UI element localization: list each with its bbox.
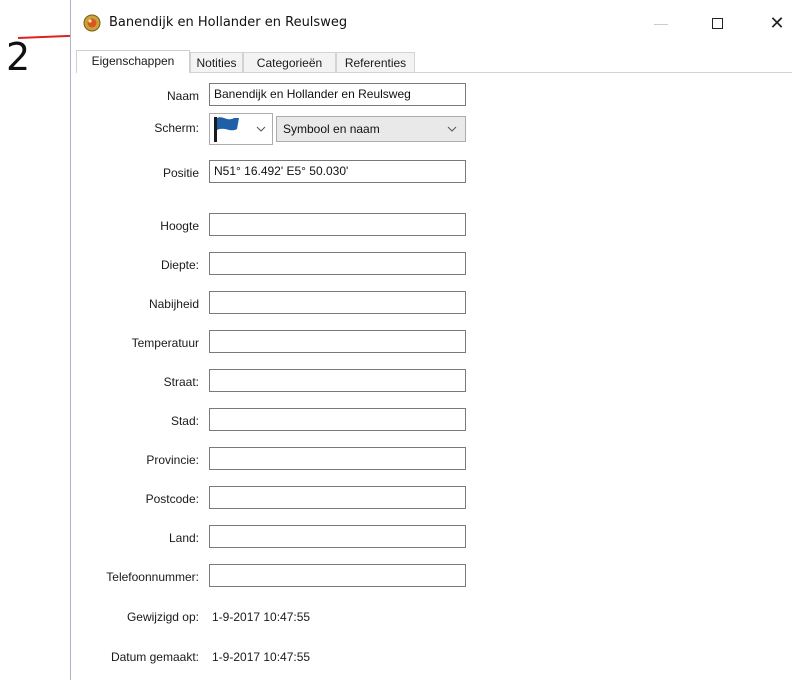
blue-flag-icon (214, 117, 239, 142)
waypoint-properties-window: Banendijk en Hollander en Reulsweg — ✕ E… (70, 0, 792, 680)
naam-label: Naam (166, 89, 199, 103)
title-bar[interactable]: Banendijk en Hollander en Reulsweg — ✕ (71, 0, 792, 44)
minimize-icon: — (654, 15, 668, 31)
provincie-label: Provincie: (146, 453, 199, 467)
close-button[interactable]: ✕ (754, 10, 792, 36)
land-label: Land: (168, 531, 199, 545)
telefoonnummer-field[interactable] (209, 564, 466, 587)
positie-field[interactable]: N51° 16.492' E5° 50.030' (209, 160, 466, 183)
postcode-field[interactable] (209, 486, 466, 509)
diepte-label: Diepte: (160, 258, 199, 272)
temperatuur-field[interactable] (209, 330, 466, 353)
window-title: Banendijk en Hollander en Reulsweg (109, 15, 348, 30)
gemaakt-label: Datum gemaakt: (110, 650, 199, 664)
scherm-label: Scherm: (154, 121, 199, 135)
properties-panel: Naam Banendijk en Hollander en Reulsweg … (76, 72, 792, 680)
hoogte-label: Hoogte (160, 219, 199, 233)
minimize-button[interactable]: — (638, 10, 684, 36)
gewijzigd-value: 1-9-2017 10:47:55 (212, 610, 311, 624)
nabijheid-field[interactable] (209, 291, 466, 314)
tab-referenties[interactable]: Referenties (336, 52, 415, 72)
gemaakt-value: 1-9-2017 10:47:55 (212, 650, 311, 664)
chevron-down-icon (447, 126, 457, 132)
telefoonnummer-label: Telefoonnummer: (106, 570, 199, 584)
hoogte-field[interactable] (209, 213, 466, 236)
display-mode-value: Symbool en naam (283, 122, 380, 136)
diepte-field[interactable] (209, 252, 466, 275)
tab-strip: Eigenschappen Notities Categorieën Refer… (76, 50, 792, 73)
tab-notities[interactable]: Notities (190, 52, 243, 72)
tab-eigenschappen[interactable]: Eigenschappen (76, 50, 190, 73)
display-mode-dropdown[interactable]: Symbool en naam (276, 116, 466, 142)
straat-field[interactable] (209, 369, 466, 392)
positie-label: Positie (162, 166, 199, 180)
nabijheid-label: Nabijheid (148, 297, 199, 311)
maximize-button[interactable] (694, 10, 740, 36)
provincie-field[interactable] (209, 447, 466, 470)
tab-categorieen[interactable]: Categorieën (243, 52, 336, 72)
chevron-down-icon (256, 126, 266, 132)
stad-label: Stad: (170, 414, 199, 428)
postcode-label: Postcode: (145, 492, 199, 506)
stad-field[interactable] (209, 408, 466, 431)
straat-label: Straat: (163, 375, 199, 389)
symbol-icon-dropdown[interactable] (209, 113, 273, 145)
close-icon: ✕ (769, 12, 785, 34)
temperatuur-label: Temperatuur (131, 336, 199, 350)
land-field[interactable] (209, 525, 466, 548)
app-icon (83, 14, 101, 32)
gewijzigd-label: Gewijzigd op: (126, 610, 199, 624)
naam-field[interactable]: Banendijk en Hollander en Reulsweg (209, 83, 466, 106)
maximize-icon (711, 17, 723, 29)
